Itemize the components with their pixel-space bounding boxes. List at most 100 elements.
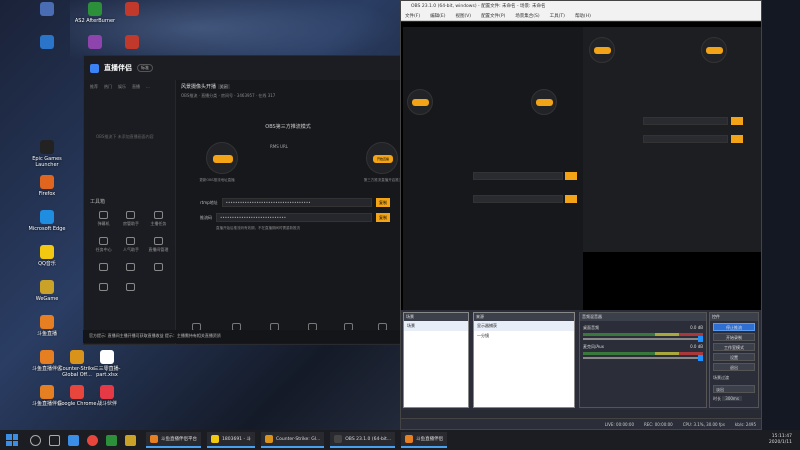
stream-key-field[interactable]: •••••••••••••••••••••••••••• (216, 213, 372, 222)
empty-hint: OBS推流下 未添加直播画面内容 (96, 134, 154, 139)
desktop-icon[interactable]: Microsoft Edge (26, 210, 68, 232)
tool-item[interactable]: 直播间管理 (145, 237, 172, 253)
mail-icon[interactable] (68, 434, 79, 446)
desktop-icon[interactable] (74, 35, 116, 51)
taskbar-app[interactable]: 1803691 - 斗 (207, 432, 256, 448)
desktop-icon[interactable]: WeGame (26, 280, 68, 302)
desktop-app-icon (40, 350, 54, 364)
desktop-icon[interactable]: 斗鱼直播 (26, 315, 68, 337)
obs-menu-item[interactable]: 帮助(H) (575, 12, 591, 20)
preview-step-3b-button (706, 47, 723, 54)
desktop-icon-label: WeGame (35, 296, 59, 302)
preview-step-3-button (536, 99, 553, 106)
step-1-button[interactable] (213, 155, 233, 163)
task-view-icon[interactable] (49, 434, 60, 446)
taskbar-app-label: 1803691 - 斗 (222, 437, 252, 442)
obs-menu-item[interactable]: 文件(F) (405, 12, 420, 20)
track-db: 0.0 dB (690, 344, 703, 349)
version-badge[interactable]: 标准 (137, 64, 153, 72)
tool-item[interactable]: 弹幕机 (90, 211, 117, 227)
tool-item[interactable] (90, 283, 117, 293)
app-logo-icon (90, 63, 99, 73)
control-button[interactable]: 设置 (713, 353, 755, 361)
tool-icon (153, 263, 163, 271)
app-tab[interactable]: 直播 (132, 84, 140, 90)
tool-item[interactable] (90, 263, 117, 273)
tool-item[interactable]: 任务中心 (90, 237, 117, 253)
tool-item[interactable] (145, 263, 172, 273)
tool-item[interactable] (117, 263, 144, 273)
chrome-icon[interactable] (87, 434, 98, 446)
desktop-icon[interactable] (26, 2, 68, 18)
control-button[interactable]: 停止推流 (713, 323, 755, 331)
streaming-app-window: 直播伴侣 标准 推荐 热门 娱乐 直播... OBS推流下 未添加直播画面内容 工具箱… (83, 55, 402, 345)
desktop-icon[interactable]: Firefox (26, 175, 68, 197)
obs-title: OBS 23.1.0 (64-bit, windows) - 配置文件: 未命名… (401, 1, 761, 12)
app-tab[interactable]: 热门 (104, 84, 112, 90)
clock[interactable]: 15:11:47 2020/1/11 (769, 434, 792, 446)
desktop-app-icon (70, 385, 84, 399)
duration-value[interactable]: 300ms (722, 396, 742, 401)
room-tag[interactable]: 关闭 (217, 84, 230, 89)
desktop-icon[interactable]: QQ音乐 (26, 245, 68, 267)
tool-item[interactable] (117, 283, 144, 293)
tool-icon (99, 283, 109, 291)
start-live-button[interactable]: 开始直播 (373, 155, 393, 163)
duration-row: 时长 300ms (710, 395, 758, 403)
obs-menu-item[interactable]: 工具(T) (550, 12, 565, 20)
volume-slider[interactable] (583, 355, 703, 361)
sources-dock: 来源 显示器捕获 一分镜 (473, 312, 575, 408)
volume-handle[interactable] (698, 336, 703, 342)
control-button[interactable]: 工作室模式 (713, 343, 755, 351)
taskbar-app-icon (265, 435, 274, 443)
volume-handle[interactable] (698, 355, 703, 361)
desktop-icon[interactable] (111, 35, 153, 51)
obs-menu-item[interactable]: 配置文件(P) (481, 12, 505, 20)
scene-item[interactable]: 场景 (404, 321, 468, 331)
transition-header: 场景过渡 (713, 375, 729, 380)
copy-key-button[interactable]: 复制 (376, 213, 390, 222)
scenes-dock: 场景 场景 (403, 312, 469, 408)
taskbar-app[interactable]: OBS 23.1.0 (64-bit... (330, 432, 396, 448)
control-button[interactable]: 开始录制 (713, 333, 755, 341)
app-tab[interactable]: 娱乐 (118, 84, 126, 90)
obs-menu-item[interactable]: 视图(V) (455, 12, 471, 20)
desktop-app-icon (70, 350, 84, 364)
key-label: 推流码 (200, 214, 212, 220)
tool-item[interactable]: 人气助手 (117, 237, 144, 253)
volume-meter (583, 333, 703, 336)
control-button[interactable]: 退出 (713, 363, 755, 371)
obs-menu-item[interactable]: 编辑(E) (430, 12, 445, 20)
taskbar-app-icon (211, 435, 219, 443)
taskbar-app[interactable]: 斗鱼直播伴侣平台 (146, 432, 201, 448)
source-item[interactable]: 显示器捕获 (474, 321, 574, 331)
tool-item[interactable]: 房管助手 (117, 211, 144, 227)
desktop-icon[interactable] (111, 2, 153, 18)
taskbar-app[interactable]: Counter-Strike: Gl... (261, 432, 325, 448)
start-button[interactable] (6, 434, 18, 446)
app-brand: 直播伴侣 (104, 64, 132, 72)
desktop-icon[interactable]: 三三零直播-part.xlsx (86, 350, 128, 378)
taskbar-app[interactable]: 斗鱼直播伴侣 (401, 432, 448, 448)
desktop-icon[interactable] (26, 35, 68, 51)
transition-select[interactable]: 淡出 (713, 385, 755, 393)
rtmp-field[interactable]: •••••••••••••••••••••••••••••••••••• (221, 198, 372, 207)
preview-step-3 (531, 89, 557, 115)
volume-slider[interactable] (583, 336, 703, 342)
source-item[interactable]: 一分镜 (474, 331, 574, 341)
file-explorer-icon[interactable] (125, 434, 136, 446)
copy-rtmp-button[interactable]: 复制 (376, 198, 390, 207)
search-icon[interactable] (30, 434, 41, 446)
tool-item[interactable]: 主播任务 (145, 211, 172, 227)
obs-preview[interactable] (401, 22, 761, 329)
desktop-icon[interactable]: AS2 AfterBurner (74, 2, 116, 24)
app-tab[interactable]: ... (146, 84, 150, 90)
desktop-icon[interactable]: Epic Games Launcher (26, 140, 68, 168)
desktop-app-icon (40, 315, 54, 329)
app-tab[interactable]: 推荐 (90, 84, 98, 90)
preview-capture-right (583, 27, 761, 252)
obs-menu-item[interactable]: 场景集合(S) (515, 12, 539, 20)
wechat-icon[interactable] (106, 434, 117, 446)
tool-icon (126, 237, 136, 245)
desktop-icon[interactable]: 战斗伙伴 (86, 385, 128, 407)
